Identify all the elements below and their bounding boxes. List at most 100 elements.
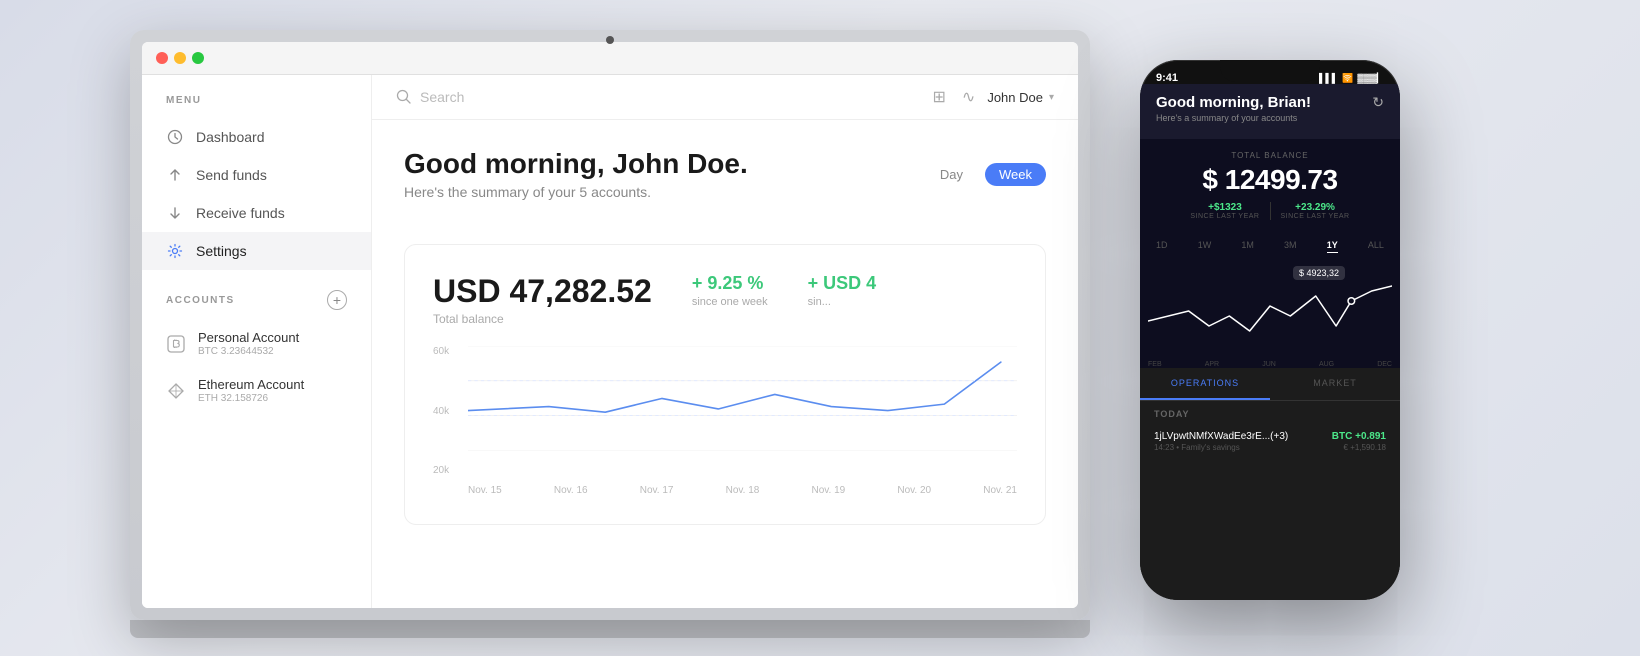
sidebar-item-receive-funds[interactable]: Receive funds — [142, 194, 371, 232]
wifi-icon: 🛜 — [1342, 73, 1353, 84]
arrow-down-icon — [166, 204, 184, 222]
phone-today-label: TODAY — [1140, 401, 1400, 423]
phone-tab-1w[interactable]: 1W — [1198, 240, 1212, 253]
sidebar-item-send-funds[interactable]: Send funds — [142, 156, 371, 194]
phone-balance-label: TOTAL BALANCE — [1156, 151, 1384, 160]
gear-icon — [166, 242, 184, 260]
bitcoin-icon — [166, 334, 186, 354]
ethereum-account-name: Ethereum Account — [198, 377, 304, 392]
phone-change-pct-value: +23.29% — [1281, 202, 1350, 213]
x-label-nov19: Nov. 19 — [812, 485, 846, 496]
phone-greeting: Good morning, Brian! — [1156, 94, 1311, 111]
greeting-sub: Here's the summary of your 5 accounts. — [404, 184, 748, 200]
search-area[interactable]: Search — [396, 89, 921, 105]
menu-label: MENU — [142, 95, 371, 118]
arrow-up-icon — [166, 166, 184, 184]
phone-tx-meta: 14:23 • Family's savings — [1154, 443, 1288, 452]
traffic-light-green[interactable] — [192, 52, 204, 64]
dashboard-area: Good morning, John Doe. Here's the summa… — [372, 120, 1078, 608]
y-labels: 60k 40k 20k — [433, 346, 449, 476]
phone-change-pct: +23.29% SINCE LAST YEAR — [1271, 202, 1360, 220]
phone-tx-right: BTC +0.891 € +1,590.18 — [1332, 431, 1386, 452]
y-label-60k: 60k — [433, 346, 449, 357]
phone-tab-operations[interactable]: OPERATIONS — [1140, 368, 1270, 400]
x-label-jun: JUN — [1262, 361, 1276, 368]
clipboard-icon[interactable]: ⊞ — [933, 87, 946, 107]
chart-area: 60k 40k 20k — [433, 346, 1017, 496]
traffic-light-red[interactable] — [156, 52, 168, 64]
chart-x-labels: Nov. 15 Nov. 16 Nov. 17 Nov. 18 Nov. 19 … — [468, 485, 1017, 496]
account-item-ethereum[interactable]: Ethereum Account ETH 32.158726 — [142, 367, 371, 414]
phone-bottom-section: OPERATIONS MARKET TODAY 1jLVpwtNMfXWadEe… — [1140, 368, 1400, 600]
phone-period-tabs: 1D 1W 1M 3M 1Y ALL — [1140, 232, 1400, 261]
phone-transaction[interactable]: 1jLVpwtNMfXWadEe3rE...(+3) 14:23 • Famil… — [1140, 423, 1400, 460]
period-tab-week[interactable]: Week — [985, 163, 1046, 186]
phone-time: 9:41 — [1156, 72, 1178, 84]
sidebar-send-label: Send funds — [196, 167, 267, 183]
y-label-40k: 40k — [433, 406, 449, 417]
sidebar-receive-label: Receive funds — [196, 205, 285, 221]
phone-notch — [1220, 60, 1320, 82]
change-pct-label: since one week — [692, 296, 768, 308]
sidebar-item-settings[interactable]: Settings — [142, 232, 371, 270]
x-label-feb: FEB — [1148, 361, 1162, 368]
phone-line-chart — [1148, 261, 1392, 341]
chart-card: USD 47,282.52 Total balance + 9.25 % sin… — [404, 244, 1046, 525]
sidebar-dashboard-label: Dashboard — [196, 129, 265, 145]
greeting-title: Good morning, John Doe. — [404, 148, 748, 180]
refresh-icon[interactable]: ↻ — [1372, 94, 1384, 111]
phone-tx-address: 1jLVpwtNMfXWadEe3rE...(+3) — [1154, 431, 1288, 442]
phone-chart-tooltip: $ 4923,32 — [1293, 266, 1345, 280]
stat-change-pct: + 9.25 % since one week — [692, 273, 768, 308]
phone-tab-all[interactable]: ALL — [1368, 240, 1384, 253]
main-content: Search ⊞ ∿ John Doe ▾ — [372, 75, 1078, 608]
phone-tx-amount: BTC +0.891 — [1332, 431, 1386, 442]
phone-change-pct-label: SINCE LAST YEAR — [1281, 213, 1350, 220]
add-account-button[interactable]: + — [327, 290, 347, 310]
x-label-nov15: Nov. 15 — [468, 485, 502, 496]
accounts-header: ACCOUNTS + — [142, 270, 371, 320]
battery-icon: ▓▓▓▏ — [1357, 73, 1384, 84]
personal-account-sub: BTC 3.23644532 — [198, 346, 299, 357]
laptop-titlebar — [142, 42, 1078, 75]
account-item-personal[interactable]: Personal Account BTC 3.23644532 — [142, 320, 371, 367]
activity-icon[interactable]: ∿ — [962, 87, 975, 107]
search-placeholder: Search — [420, 89, 464, 105]
sidebar-item-dashboard[interactable]: Dashboard — [142, 118, 371, 156]
phone-tab-market[interactable]: MARKET — [1270, 368, 1400, 400]
x-label-nov20: Nov. 20 — [897, 485, 931, 496]
x-label-nov17: Nov. 17 — [640, 485, 674, 496]
x-label-aug: AUG — [1319, 361, 1334, 368]
laptop-base — [130, 620, 1090, 638]
period-tab-day[interactable]: Day — [926, 163, 977, 186]
diamond-icon — [166, 381, 186, 401]
phone-tab-1m[interactable]: 1M — [1241, 240, 1254, 253]
change-val-value: + USD 4 — [808, 273, 877, 294]
accounts-label: ACCOUNTS — [166, 295, 235, 306]
phone-balance-changes: +$1323 SINCE LAST YEAR +23.29% SINCE LAS… — [1156, 202, 1384, 220]
top-bar: Search ⊞ ∿ John Doe ▾ — [372, 75, 1078, 120]
traffic-light-yellow[interactable] — [174, 52, 186, 64]
ethereum-account-sub: ETH 32.158726 — [198, 393, 304, 404]
phone-tx-fiat: € +1,590.18 — [1332, 443, 1386, 452]
x-label-nov16: Nov. 16 — [554, 485, 588, 496]
phone-change-amount-label: SINCE LAST YEAR — [1190, 213, 1259, 220]
user-name: John Doe — [987, 90, 1043, 105]
total-balance-label: Total balance — [433, 312, 652, 326]
x-label-nov18: Nov. 18 — [726, 485, 760, 496]
phone-tab-1y[interactable]: 1Y — [1327, 240, 1338, 253]
change-pct-value: + 9.25 % — [692, 273, 768, 294]
period-row: Good morning, John Doe. Here's the summa… — [404, 148, 1046, 224]
phone-tab-3m[interactable]: 3M — [1284, 240, 1297, 253]
change-val-label: sin... — [808, 296, 877, 308]
user-badge[interactable]: John Doe ▾ — [987, 90, 1054, 105]
top-bar-icons: ⊞ ∿ — [933, 87, 976, 107]
phone: 9:41 ▌▌▌ 🛜 ▓▓▓▏ Good morning, Brian! Her… — [1140, 60, 1400, 600]
phone-tab-1d[interactable]: 1D — [1156, 240, 1168, 253]
sidebar: MENU Dashboard — [142, 75, 372, 608]
chart-stats: USD 47,282.52 Total balance + 9.25 % sin… — [433, 273, 1017, 326]
y-label-20k: 20k — [433, 465, 449, 476]
laptop-camera — [606, 36, 614, 44]
search-icon — [396, 89, 412, 105]
phone-subgreeting: Here's a summary of your accounts — [1156, 113, 1311, 123]
